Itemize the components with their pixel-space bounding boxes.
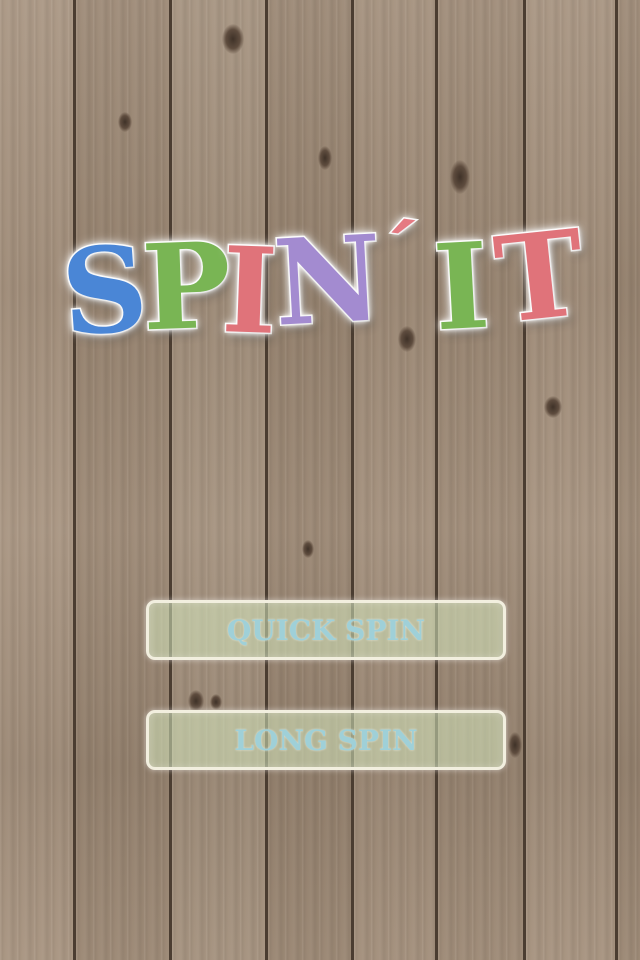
long-spin-label: LONG SPIN [234,723,418,757]
logo-letter: I [429,214,494,359]
game-logo: S P I N ´ I T [56,201,596,365]
logo-letter: S [56,217,154,365]
logo-letter: N [269,207,387,354]
wood-plank [354,0,438,960]
wood-plank [76,0,172,960]
wood-knot [508,732,522,758]
wood-knot [210,694,222,710]
wood-knot [450,160,470,194]
wood-plank [438,0,526,960]
wood-knot [302,540,314,558]
wood-plank [618,0,640,960]
wood-knot [188,690,204,712]
wood-knot [118,112,132,132]
quick-spin-label: QUICK SPIN [226,613,426,647]
long-spin-button[interactable]: LONG SPIN [146,710,506,770]
logo-letter: I [218,219,281,363]
wood-plank [268,0,354,960]
logo-letter: T [487,201,592,351]
logo-letter: P [138,214,235,359]
wood-knot [544,396,562,418]
quick-spin-button[interactable]: QUICK SPIN [146,600,506,660]
game-screen: S P I N ´ I T QUICK SPIN LONG SPIN [0,0,640,960]
wood-knot [222,24,244,54]
wood-plank [526,0,618,960]
wood-knot [318,146,332,170]
wood-plank [172,0,268,960]
wood-plank [0,0,76,960]
